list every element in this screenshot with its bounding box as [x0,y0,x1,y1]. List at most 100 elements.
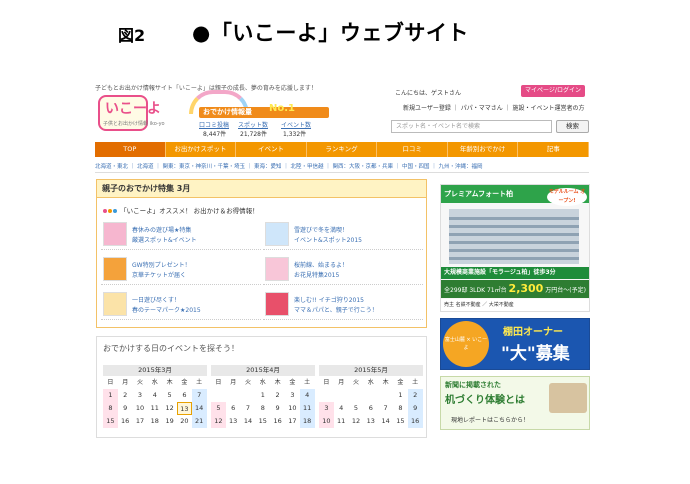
ad-premium-fort[interactable]: プレミアムフォート柏 モデルルーム オープン! 大規模商業施設「モラージュ柏」徒… [440,184,590,312]
calendar-day[interactable]: 7 [241,402,256,415]
nav-top[interactable]: TOP [95,142,166,157]
calendar-day[interactable]: 21 [191,415,207,428]
stat-label-spots[interactable]: スポット数 [238,120,268,129]
calendar-day[interactable]: 6 [177,389,192,402]
stat-label-reviews[interactable]: 口コミ投稿 [199,120,229,129]
calendar-day[interactable]: 6 [226,402,241,415]
calendar-day[interactable]: 10 [319,415,334,428]
calendar-day[interactable]: 7 [191,389,207,402]
calendar-day[interactable]: 14 [241,415,256,428]
calendar-day[interactable]: 11 [299,402,315,415]
calendar-day[interactable]: 13 [226,415,241,428]
weekday-label: 土 [196,379,203,386]
calendar-day[interactable]: 1 [393,389,408,402]
feature-item[interactable]: 一日遊び尽くす！ 春のテーマパーク★2015 [101,290,261,320]
register-links[interactable]: 新規ユーザー登録 ｜ パパ・ママさん ｜ 施設・イベント運営者の方 [403,103,585,112]
calendar-day[interactable]: 19 [162,415,177,428]
calendar-day[interactable]: 14 [191,402,207,415]
ad3-line1: 新聞に掲載された [445,381,501,389]
feature-item[interactable]: 楽しむ!! イチゴ狩り2015 ママ＆パパと、親子で行こう！ [263,290,423,320]
ad-tanada-owner[interactable]: 富士山麓 × いこーよ 棚田オーナー "大"募集 [440,318,590,370]
calendar-april: 2015年4月日月火水木金土 1 2 3 4 5 6 7 8 9 10 11 12 13 14 15 16 17 1… [211,365,315,428]
calendar-day[interactable]: 4 [299,389,315,402]
search-button[interactable]: 検索 [556,120,589,133]
login-button[interactable]: マイページ/ログイン [521,85,585,97]
calendar-day[interactable]: 15 [255,415,270,428]
calendar-day[interactable]: 12 [349,415,364,428]
nav-spots[interactable]: お出かけスポット [166,142,237,157]
calendar-day[interactable]: 20 [177,415,192,428]
logo-subtext: 子供とお出かけ情報 iko-yo [103,121,165,127]
feature-thumbnail [103,222,127,246]
calendar-day[interactable]: 11 [147,402,162,415]
site-logo[interactable]: いこーよ 子供とお出かけ情報 iko-yo [98,95,165,131]
figure-label: 図2 [118,26,146,45]
calendar-day[interactable]: 2 [407,389,423,402]
nav-age[interactable]: 年齢別おでかけ [448,142,519,157]
ad1-price: 2,300 [508,282,544,295]
calendar-day[interactable]: 13 [176,402,192,415]
calendar-day[interactable]: 5 [349,402,364,415]
calendar-day[interactable]: 7 [378,402,393,415]
calendar-day[interactable]: 5 [211,402,226,415]
nav-articles[interactable]: 記事 [518,142,590,157]
feature-title: 春休みの遊び場★特集 [132,227,192,234]
calendar-day[interactable]: 2 [118,389,133,402]
calendar-day[interactable]: 16 [270,415,285,428]
calendar-day[interactable]: 5 [162,389,177,402]
calendar-day[interactable]: 2 [270,389,285,402]
calendar-day[interactable]: 18 [299,415,315,428]
calendar-day[interactable]: 1 [103,389,118,402]
calendar-day[interactable]: 17 [133,415,148,428]
feature-item[interactable]: GW特別プレゼント！ 京華チケットが届く [101,255,261,285]
calendar-day[interactable]: 8 [255,402,270,415]
calendar-month-title: 2015年4月 [211,365,315,376]
ad3-link[interactable]: 現地レポートはこちらから！ [451,415,529,424]
search-input[interactable]: スポット名・イベント名で検索 [391,120,552,133]
calendar-day[interactable]: 12 [211,415,226,428]
calendar-day[interactable]: 16 [407,415,423,428]
calendar-day[interactable]: 16 [118,415,133,428]
main-nav: TOP お出かけスポット イベント ランキング 口コミ 年齢別おでかけ 記事 [95,142,590,157]
calendar-day[interactable]: 3 [319,402,334,415]
feature-item[interactable]: 春休みの遊び場★特集 厳選スポット&イベント [101,220,261,250]
feature-item[interactable]: 桜前線、始まるよ！ お花見特集2015 [263,255,423,285]
calendar-day[interactable]: 12 [162,402,177,415]
promo-badge: おでかけ情報量 [199,107,329,118]
feature-item[interactable]: 雪遊びで冬を満喫！ イベント&スポット2015 [263,220,423,250]
calendar-day[interactable]: 9 [270,402,285,415]
calendar-day[interactable]: 10 [285,402,300,415]
weekday-label: 木 [274,379,281,386]
dot-icon [113,209,117,213]
ad-desk-making[interactable]: 新聞に掲載された 机づくり体験とは 現地レポートはこちらから！ [440,376,590,430]
region-links[interactable]: 北海道・東北 ｜ 北海道 ｜ 関東：東京・神奈川・千葉・埼玉 ｜ 東海：愛知 ｜… [95,161,589,173]
building-image [449,209,579,264]
calendar-day [241,389,256,402]
calendar-day[interactable]: 4 [147,389,162,402]
calendar-day[interactable]: 3 [133,389,148,402]
calendar-day[interactable]: 9 [407,402,423,415]
feature-title: 一日遊び尽くす！ [132,297,181,304]
calendar-day[interactable]: 3 [285,389,300,402]
calendar-day[interactable]: 10 [133,402,148,415]
calendar-day[interactable]: 15 [103,415,118,428]
calendar-day[interactable]: 15 [393,415,408,428]
nav-reviews[interactable]: 口コミ [377,142,448,157]
stat-label-events[interactable]: イベント数 [281,120,311,129]
calendar-day[interactable]: 6 [363,402,378,415]
calendar-day[interactable]: 18 [147,415,162,428]
calendar-day[interactable]: 13 [363,415,378,428]
nav-events[interactable]: イベント [236,142,307,157]
calendar-day [319,389,334,402]
calendar-day[interactable]: 4 [334,402,349,415]
weekday-label: 木 [382,379,389,386]
calendar-day[interactable]: 1 [255,389,270,402]
calendar-day[interactable]: 14 [378,415,393,428]
calendar-day[interactable]: 17 [285,415,300,428]
calendar-day[interactable]: 11 [334,415,349,428]
calendar-day[interactable]: 8 [393,402,408,415]
calendar-day[interactable]: 8 [103,402,118,415]
nav-ranking[interactable]: ランキング [307,142,378,157]
calendar-day[interactable]: 9 [118,402,133,415]
feature-subtitle: 春のテーマパーク★2015 [132,307,201,314]
